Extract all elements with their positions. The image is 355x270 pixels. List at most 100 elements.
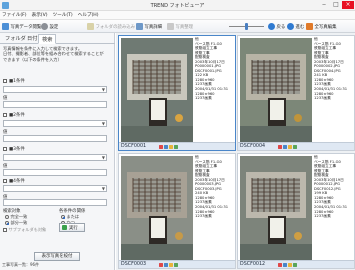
radio-button xyxy=(5,215,9,219)
zoom-slider-thumb[interactable] xyxy=(245,23,248,30)
radio-button xyxy=(61,215,65,219)
photo-browse-label: 写真データ閲覧 xyxy=(10,24,42,30)
close-button[interactable]: × xyxy=(342,1,354,9)
run-search-button[interactable]: 実行 xyxy=(59,223,85,232)
settings-label: 設定 xyxy=(49,24,59,30)
photo-card[interactable]: 他ベース筋 F1-G0 鉄筋組立工事 鉄筋工事 配筋検査 2003年10月17日 P000… xyxy=(118,153,236,269)
photo-card[interactable]: 他ベース筋 F1-G0 鉄筋組立工事 鉄筋工事 配筋検査 2003年10月19日 P000… xyxy=(237,153,355,269)
photo-browse-button[interactable]: 写真データ閲覧 xyxy=(2,22,41,31)
photo-status-icons xyxy=(159,263,179,267)
condition-4-field[interactable]: ▼ xyxy=(3,185,107,192)
photo-detail-label: 写真詳細 xyxy=(144,24,163,30)
photo-status-icons xyxy=(159,145,179,149)
photo-info: 他ベース筋 F1-G0 鉄筋組立工事 鉄筋工事 配筋検査 2003年10月17日 P000… xyxy=(195,155,236,219)
folder-open-icon xyxy=(87,23,94,30)
status-icon xyxy=(174,263,178,267)
photo-card[interactable]: 他ベース筋 F1-G0 鉄筋組立工事 鉄筋工事 配筋検査 2003年10月17日 P000… xyxy=(118,35,236,151)
photo-info-line: 1237画素 xyxy=(314,96,331,101)
photo-detail-icon xyxy=(136,23,143,30)
condition-4-value-input[interactable] xyxy=(3,199,107,206)
photo-filename: DSCF0012 xyxy=(240,262,266,267)
photo-info: 他ベース筋 F1-G0 鉄筋組立工事 鉄筋工事 配筋検査 2003年10月19日 P000… xyxy=(314,155,355,219)
status-icon xyxy=(159,145,163,149)
photo-thumbnail[interactable] xyxy=(240,38,312,142)
subfolder-checkbox[interactable]: サブフォルダも対象 xyxy=(3,227,46,233)
show-all-button[interactable]: 表示写真を絞付 xyxy=(34,252,80,261)
condition-1-checkbox[interactable] xyxy=(3,79,7,83)
condition-3-field[interactable]: ▼ xyxy=(3,154,107,161)
back-label: 戻る xyxy=(276,24,286,30)
forward-button[interactable]: 進む xyxy=(287,22,304,31)
status-icon xyxy=(169,263,173,267)
status-icon xyxy=(278,263,282,267)
status-icon xyxy=(293,145,297,149)
forward-label: 進む xyxy=(295,24,305,30)
match-partial-label: 部分一致 xyxy=(10,220,28,225)
title-bar: TREND フォトビューア ‒ □ × xyxy=(0,0,355,11)
condition-2-field[interactable]: ▼ xyxy=(3,120,107,127)
status-icon xyxy=(164,263,168,267)
radio-button xyxy=(5,221,9,225)
photo-detail-button[interactable]: 写真詳細 xyxy=(136,22,162,31)
folder-load-button[interactable]: フォルダの読み込み xyxy=(87,22,135,31)
condition-2-value-input[interactable] xyxy=(3,135,107,142)
photo-thumbnail[interactable] xyxy=(121,38,193,142)
condition-1-field[interactable]: ▼ xyxy=(3,86,107,93)
status-icon xyxy=(283,145,287,149)
condition-1-label: ■1条件 xyxy=(9,79,25,84)
condition-3-checkbox[interactable] xyxy=(3,147,7,151)
subfolder-label: サブフォルダも対象 xyxy=(8,227,47,232)
menu-view[interactable]: 表示(V) xyxy=(32,12,48,18)
condition-4-checkbox[interactable] xyxy=(3,179,7,183)
photo-info: 他ベース筋 F1-G0 鉄筋組立工事 鉄筋工事 配筋検査 2003年10月17日 P000… xyxy=(195,37,236,101)
photo-thumbnail[interactable] xyxy=(240,156,312,260)
photo-info-line: 1237画素 xyxy=(195,96,212,101)
ground-strip xyxy=(240,244,312,260)
status-icon xyxy=(288,145,292,149)
chevron-down-icon: ▼ xyxy=(101,121,105,126)
menu-help[interactable]: ヘルプ(H) xyxy=(78,12,99,18)
ground-strip xyxy=(121,244,193,260)
photo-organize-button[interactable]: 写真整理 xyxy=(167,22,193,31)
chevron-down-icon: ▼ xyxy=(101,186,105,191)
folder-load-label: フォルダの読み込み xyxy=(95,24,136,30)
condition-3-value-input[interactable] xyxy=(3,169,107,176)
panel-tabs: フォルダ 日付 検索 xyxy=(0,33,115,44)
settings-button[interactable]: 設定 xyxy=(41,22,58,31)
menu-bar: ファイル(F) 表示(V) ツール(T) ヘルプ(H) xyxy=(0,11,355,20)
board-sign xyxy=(151,100,165,120)
status-icon xyxy=(283,263,287,267)
photo-footer: DSCF0001 xyxy=(119,142,235,150)
back-arrow-icon xyxy=(268,23,275,30)
status-icon xyxy=(169,145,173,149)
condition-4-label: ■4条件 xyxy=(9,179,25,184)
condition-3-label: ■3条件 xyxy=(9,147,25,152)
photo-card[interactable]: 他ベース筋 F1-G0 鉄筋組立工事 鉄筋工事 配筋検査 2003年10月17日 P000… xyxy=(237,35,355,151)
condition-1-value-input[interactable] xyxy=(3,101,107,108)
edit-all-button[interactable]: 全写真編集 xyxy=(306,22,336,31)
chevron-down-icon: ▼ xyxy=(101,87,105,92)
match-partial-radio[interactable]: 部分一致 xyxy=(5,220,27,226)
menu-tools[interactable]: ツール(T) xyxy=(53,12,73,18)
photo-footer: DSCF0012 xyxy=(238,260,354,268)
maximize-button[interactable]: □ xyxy=(330,1,342,9)
photo-thumbnail[interactable] xyxy=(121,156,193,260)
board-sign xyxy=(270,100,284,120)
tab-search[interactable]: 検索 xyxy=(38,34,57,44)
photo-status-icons xyxy=(278,145,298,149)
forward-arrow-icon xyxy=(287,23,294,30)
search-description: 写真情報を条件に入力して検索できます。 日付、撮影者、部位等を組み合わせて検索す… xyxy=(3,46,104,62)
minimize-button[interactable]: ‒ xyxy=(318,1,330,9)
search-panel: フォルダ 日付 検索 写真情報を条件に入力して検索できます。 日付、撮影者、部位… xyxy=(0,33,115,270)
condition-2-label: ■2条件 xyxy=(9,113,25,118)
play-icon xyxy=(62,225,67,230)
status-icon xyxy=(164,145,168,149)
photo-status-icons xyxy=(278,263,298,267)
back-button[interactable]: 戻る xyxy=(268,22,285,31)
condition-2-checkbox[interactable] xyxy=(3,113,7,117)
menu-file[interactable]: ファイル(F) xyxy=(2,12,27,18)
board-sign xyxy=(270,218,284,238)
photo-folder-icon xyxy=(2,23,9,30)
toolbar: 写真データ閲覧 設定 フォルダの読み込み 写真詳細 写真整理 戻る 進む 全写真… xyxy=(0,20,355,33)
photo-filename: DSCF0001 xyxy=(121,144,147,149)
